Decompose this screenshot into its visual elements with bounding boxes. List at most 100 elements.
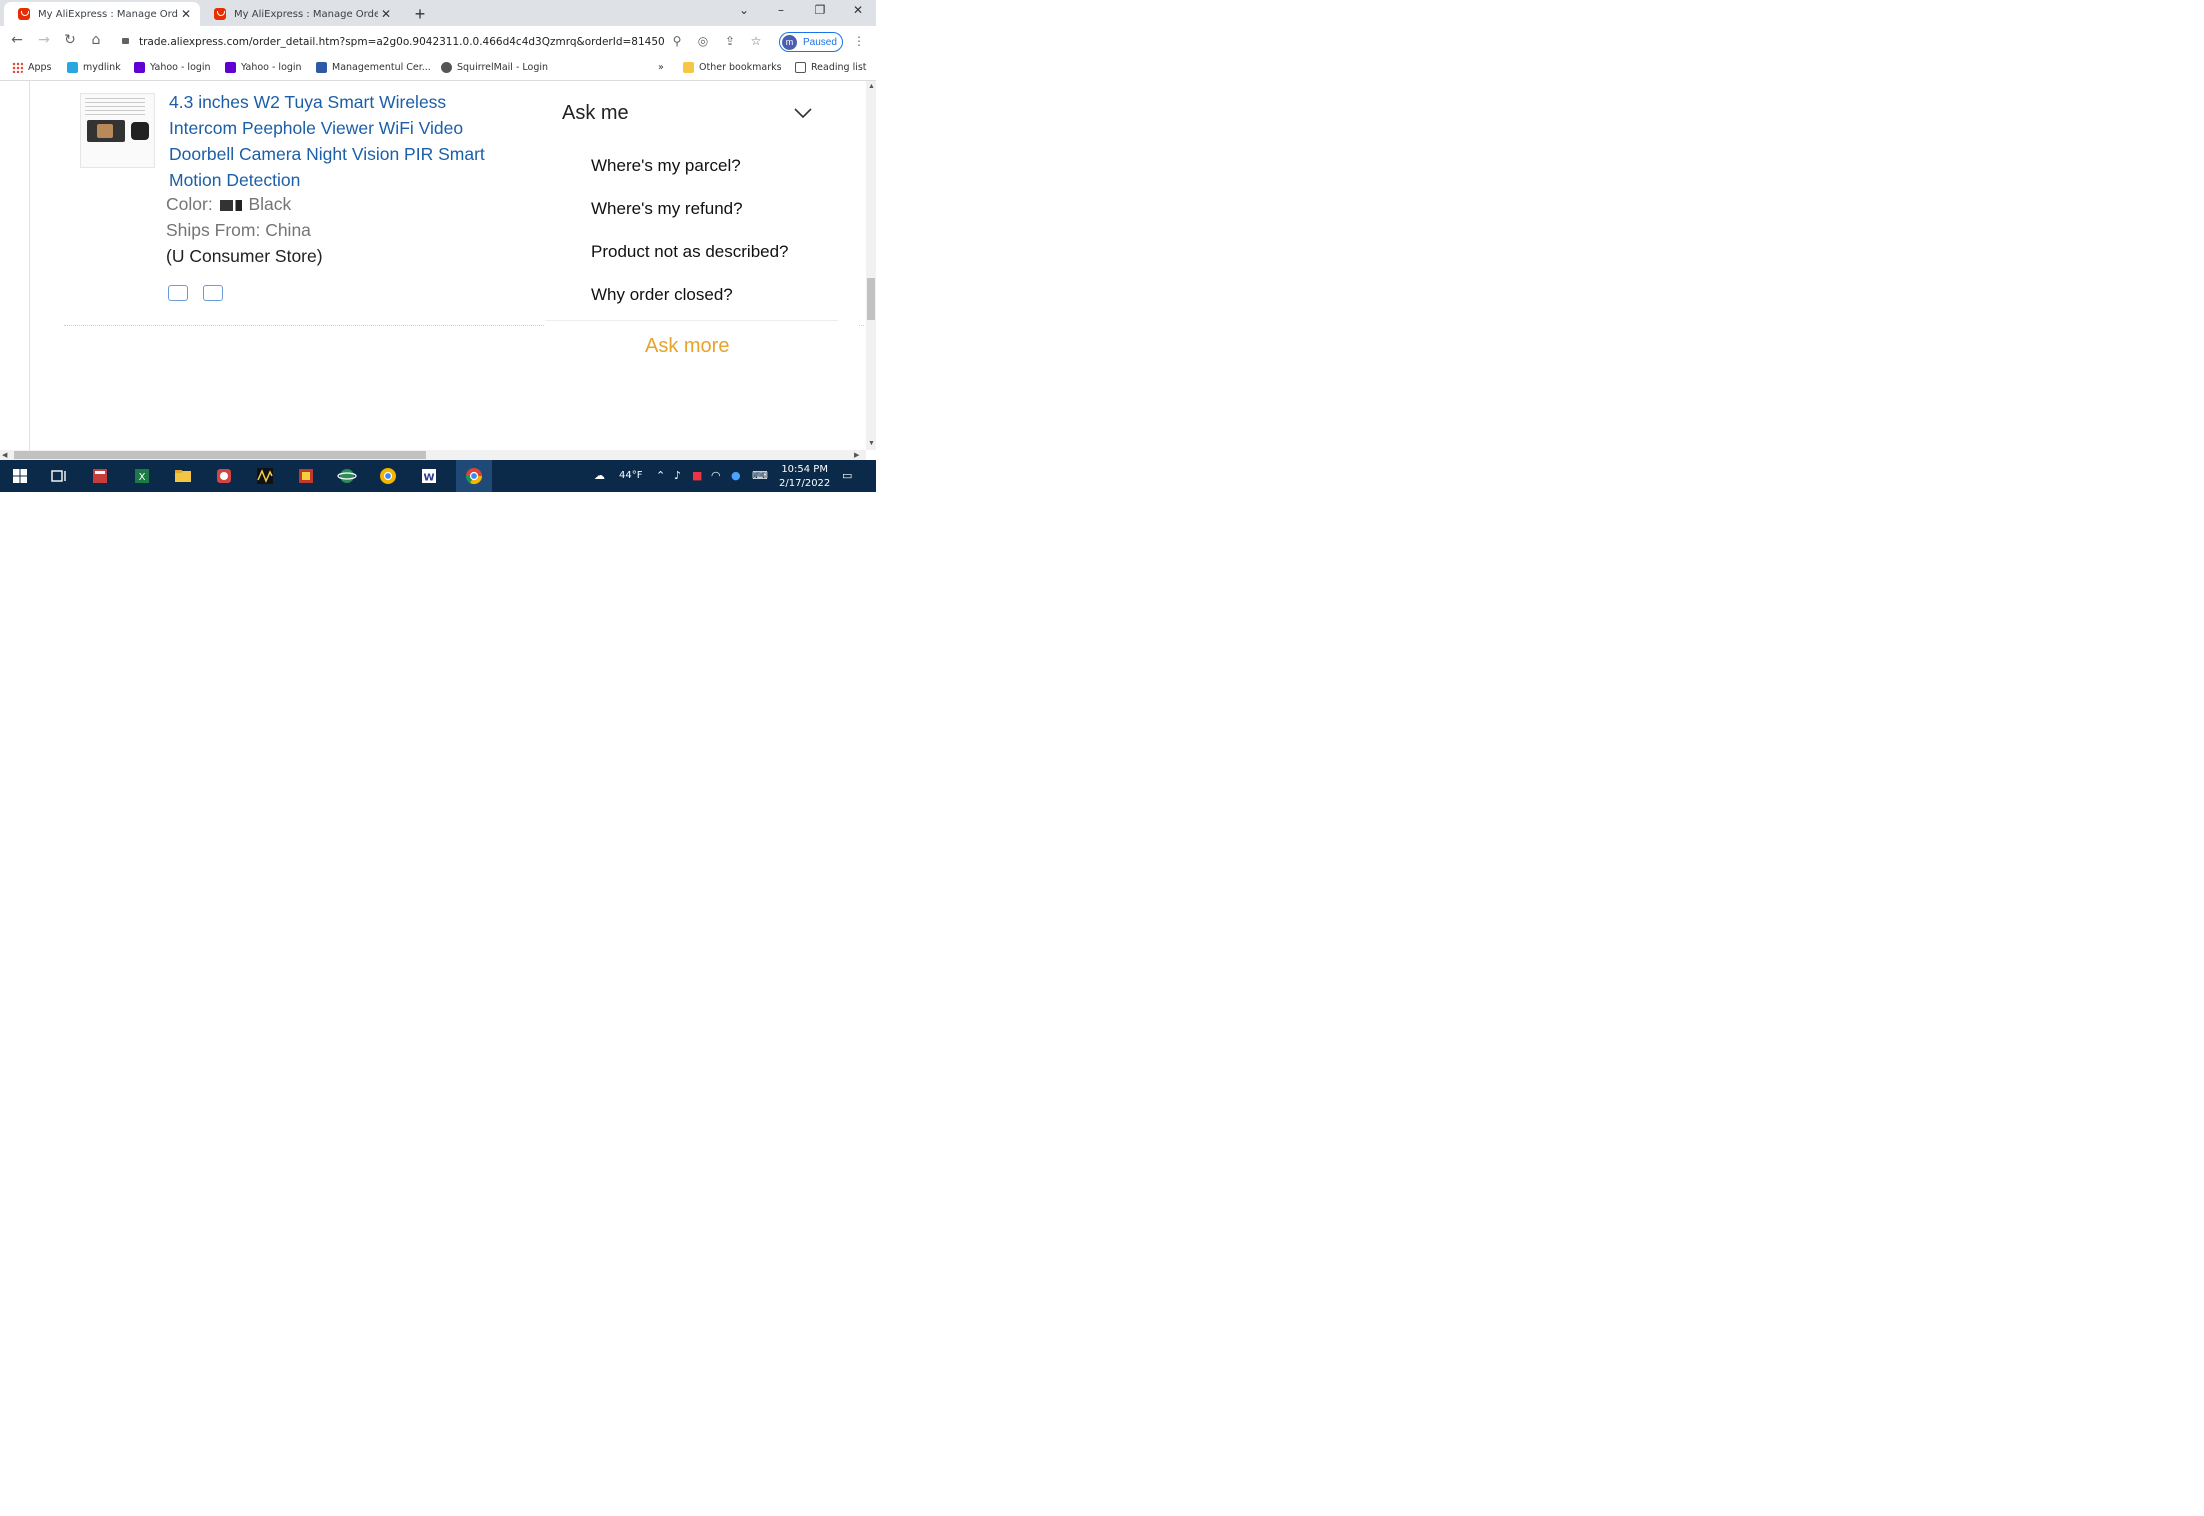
calculator-icon[interactable]: [90, 466, 110, 486]
certificate-icon: [316, 62, 327, 73]
menu-icon[interactable]: ⋮: [851, 34, 867, 48]
aliexpress-icon: [18, 8, 30, 20]
profile-button[interactable]: m Paused: [779, 32, 843, 52]
divider: [545, 320, 838, 321]
scroll-right-icon[interactable]: ▶: [854, 451, 859, 459]
page-content: 4.3 inches W2 Tuya Smart Wireless Interc…: [0, 81, 866, 450]
bookmark-squirrelmail[interactable]: SquirrelMail - Login: [441, 62, 548, 73]
volume-icon[interactable]: ♪: [674, 469, 681, 482]
chevron-down-icon[interactable]: [793, 103, 813, 123]
keyboard-icon[interactable]: ⌨: [752, 469, 768, 482]
scrollbar-thumb[interactable]: [867, 278, 875, 320]
address-bar[interactable]: trade.aliexpress.com/order_detail.htm?sp…: [122, 32, 664, 52]
chevron-up-icon[interactable]: ⌃: [656, 469, 665, 482]
store-name[interactable]: (U Consumer Store): [166, 246, 323, 267]
horizontal-scrollbar[interactable]: ◀ ▶: [0, 450, 866, 460]
truck-icon[interactable]: [168, 285, 188, 301]
bookmark-label: SquirrelMail - Login: [457, 62, 549, 73]
bookmark-label: mydlink: [83, 62, 121, 73]
eye-off-icon[interactable]: ◎: [695, 34, 711, 48]
tab-manage-orders-1[interactable]: My AliExpress : Manage Orders ✕: [4, 2, 200, 26]
question-refund[interactable]: Where's my refund?: [591, 199, 743, 219]
taskbar: X W ☁ 44°F ⌃ ♪ ■ ◠ ● ⌨ 10:54 PM 2/17/202…: [0, 460, 876, 492]
tab-title: My AliExpress : Manage Orders: [234, 8, 378, 20]
bookmark-apps[interactable]: Apps: [12, 62, 52, 73]
thumbnail-text-lines: [85, 98, 145, 116]
chrome-icon[interactable]: [378, 466, 398, 486]
vertical-scrollbar[interactable]: ▲ ▼: [866, 81, 876, 450]
zoom-icon[interactable]: ⚲: [669, 34, 685, 48]
close-icon[interactable]: ✕: [178, 7, 194, 21]
product-color: Color: Black: [166, 194, 291, 215]
bookmark-managementul[interactable]: Managementul Cer...: [316, 62, 431, 73]
word-icon[interactable]: W: [419, 466, 439, 486]
aliexpress-icon: [214, 8, 226, 20]
ask-me-panel: Ask me Where's my parcel? Where's my ref…: [545, 81, 858, 381]
bookmark-label: Reading list: [811, 62, 867, 73]
star-icon[interactable]: ☆: [748, 34, 764, 48]
bluetooth-icon[interactable]: ●: [731, 469, 741, 482]
scroll-left-icon[interactable]: ◀: [2, 451, 7, 459]
reload-icon[interactable]: ↻: [61, 32, 79, 48]
close-icon[interactable]: ✕: [378, 7, 394, 21]
share-icon[interactable]: ⇪: [722, 34, 738, 48]
clock[interactable]: 10:54 PM 2/17/2022: [779, 463, 830, 491]
tab-manage-orders-2[interactable]: My AliExpress : Manage Orders ✕: [200, 2, 400, 26]
question-order-closed[interactable]: Why order closed?: [591, 285, 733, 305]
bookmarks-overflow[interactable]: »: [658, 62, 664, 73]
back-icon[interactable]: ←: [8, 32, 26, 48]
tab-title: My AliExpress : Manage Orders: [38, 8, 178, 20]
home-icon[interactable]: ⌂: [87, 32, 105, 48]
return-icon[interactable]: [203, 285, 223, 301]
color-label: Color:: [166, 194, 213, 214]
tab-search-icon[interactable]: ⌄: [734, 3, 754, 17]
question-not-as-described[interactable]: Product not as described?: [591, 242, 789, 262]
apps-icon: [12, 62, 23, 73]
restore-button[interactable]: ❐: [810, 3, 830, 17]
minimize-button[interactable]: –: [771, 3, 791, 17]
weather-cloud-icon[interactable]: ☁: [594, 469, 605, 482]
ask-more-button[interactable]: Ask more: [645, 335, 729, 358]
scroll-down-icon[interactable]: ▼: [868, 440, 875, 447]
bookmark-label: Other bookmarks: [699, 62, 782, 73]
bookmark-mydlink[interactable]: mydlink: [67, 62, 121, 73]
security-icon[interactable]: ■: [692, 469, 702, 482]
product-title-link[interactable]: 4.3 inches W2 Tuya Smart Wireless Interc…: [169, 89, 509, 193]
close-window-button[interactable]: ✕: [848, 3, 868, 17]
scrollbar-thumb[interactable]: [14, 451, 426, 459]
bookmark-label: Yahoo - login: [150, 62, 211, 73]
ships-from: Ships From: China: [166, 220, 311, 240]
bookmark-yahoo-1[interactable]: Yahoo - login: [134, 62, 211, 73]
divider: [29, 81, 30, 450]
bookmark-yahoo-2[interactable]: Yahoo - login: [225, 62, 302, 73]
yahoo-icon: [134, 62, 145, 73]
new-tab-button[interactable]: +: [410, 4, 430, 25]
waveform-app-icon[interactable]: [255, 466, 275, 486]
notifications-icon[interactable]: ▭: [842, 469, 852, 482]
file-explorer-icon[interactable]: [173, 466, 193, 486]
app-icon[interactable]: [214, 466, 234, 486]
excel-icon[interactable]: X: [132, 466, 152, 486]
temperature[interactable]: 44°F: [619, 470, 642, 481]
network-app-icon[interactable]: [337, 466, 357, 486]
bookmarks-bar: Apps mydlink Yahoo - login Yahoo - login…: [0, 58, 876, 81]
svg-text:X: X: [139, 472, 146, 483]
thumbnail-camera: [131, 122, 149, 140]
chrome-active-window[interactable]: [456, 460, 492, 492]
question-parcel[interactable]: Where's my parcel?: [591, 156, 741, 176]
thumbnail-screen: [87, 120, 125, 142]
reading-list[interactable]: Reading list: [795, 62, 867, 73]
wifi-icon[interactable]: ◠: [711, 469, 721, 482]
scroll-up-icon[interactable]: ▲: [868, 83, 875, 90]
color-value: Black: [248, 194, 292, 214]
task-view-icon[interactable]: [49, 466, 69, 486]
ask-me-title: Ask me: [562, 102, 629, 124]
bookmark-other[interactable]: Other bookmarks: [683, 62, 782, 73]
windows-start-icon[interactable]: [10, 466, 30, 486]
product-thumbnail[interactable]: [80, 93, 155, 168]
forward-icon[interactable]: →: [35, 32, 53, 48]
globe-icon: [441, 62, 452, 73]
yahoo-icon: [225, 62, 236, 73]
folder-icon: [683, 62, 694, 73]
media-app-icon[interactable]: [296, 466, 316, 486]
